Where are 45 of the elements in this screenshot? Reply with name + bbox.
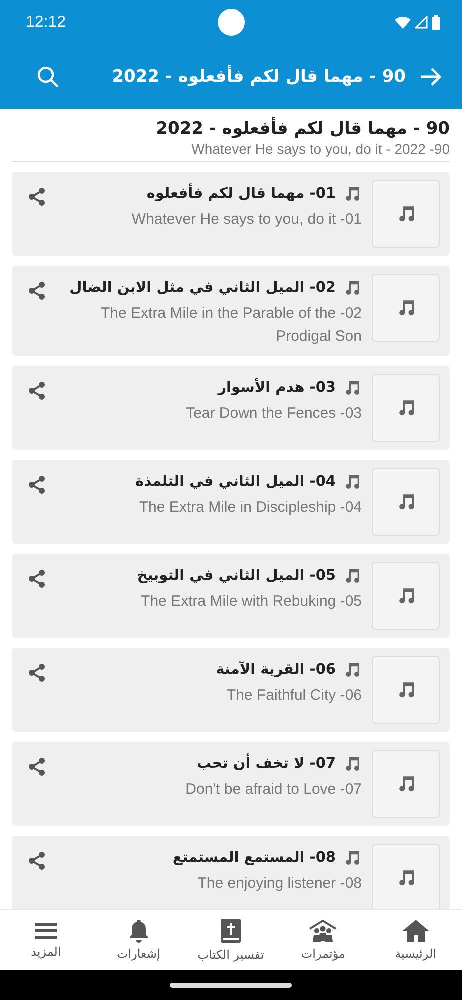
nav-item[interactable]: إشعارات	[92, 910, 185, 970]
track-title: 06- القرية الآمنة	[216, 662, 336, 678]
share-icon[interactable]	[28, 570, 46, 588]
app-bar-title: 90 - مهما قال لكم فأفعلوه - 2022	[111, 67, 406, 87]
menu-icon	[34, 921, 58, 941]
wifi-icon	[395, 16, 411, 29]
status-time: 12:12	[26, 14, 66, 32]
share-icon[interactable]	[28, 476, 46, 494]
share-icon[interactable]	[28, 382, 46, 400]
share-icon[interactable]	[28, 852, 46, 870]
home-indicator[interactable]	[170, 982, 292, 988]
track-subtitle: 05- The Extra Mile with Rebuking	[140, 592, 362, 612]
nav-item[interactable]: مؤتمرات	[277, 910, 370, 970]
people-icon	[308, 919, 338, 943]
album-subtitle: 90- Whatever He says to you, do it - 2022	[190, 141, 450, 157]
track-subtitle: 04- The Extra Mile in Discipleship	[138, 498, 362, 518]
track-subtitle: 03- Tear Down the Fences	[185, 404, 362, 424]
track-title: 07- لا تخف أن تحب	[197, 756, 336, 772]
search-icon[interactable]	[36, 65, 60, 89]
signal-icon	[415, 16, 428, 29]
track-subtitle: 07- Don't be afraid to Love	[184, 780, 362, 800]
back-arrow-icon[interactable]	[420, 67, 442, 87]
battery-icon	[432, 15, 440, 30]
bell-icon	[128, 919, 150, 943]
nav-item[interactable]: الرئيسية	[370, 910, 462, 970]
track-title: 01- مهما قال لكم فأفعلوه	[146, 186, 336, 202]
track-subtitle: 01- Whatever He says to you, do it	[130, 210, 362, 230]
book-icon	[220, 918, 242, 944]
nav-item[interactable]: تفسير الكتاب	[184, 910, 278, 970]
track-title: 04- الميل الثاني في التلمذة	[136, 474, 336, 490]
track-title: 02- الميل الثاني في مثل الابن الضال	[70, 280, 336, 296]
track-subtitle: 06- The Faithful City	[226, 686, 362, 706]
track-subtitle: 02- The Extra Mile in the Parable of the Prodigal Son	[100, 304, 362, 347]
camera-cutout	[218, 9, 245, 36]
track-title: 03- هدم الأسوار	[218, 380, 336, 396]
album-title: 90 - مهما قال لكم فأفعلوه - 2022	[155, 119, 450, 139]
share-icon[interactable]	[28, 664, 46, 682]
share-icon[interactable]	[28, 758, 46, 776]
track-title: 05- الميل الثاني في التوبيخ	[137, 568, 336, 584]
share-icon[interactable]	[28, 188, 46, 206]
nav-item[interactable]: المزيد	[0, 910, 92, 970]
track-title: 08- المستمع المستمتع	[172, 850, 336, 866]
track-subtitle: 08- The enjoying listener	[196, 874, 362, 894]
home-icon	[402, 919, 430, 943]
share-icon[interactable]	[28, 282, 46, 300]
